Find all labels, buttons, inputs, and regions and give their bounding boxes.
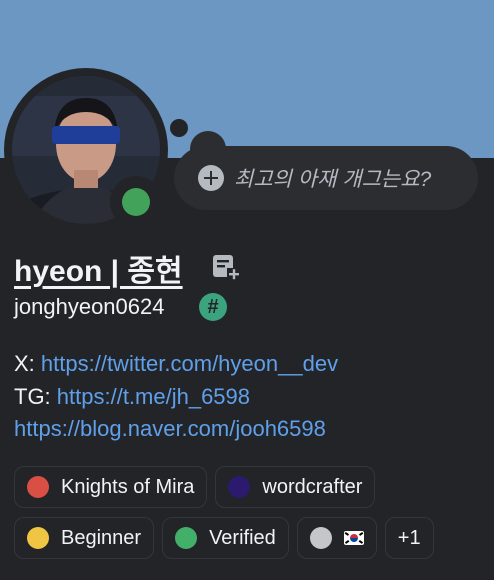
role-color-dot <box>309 527 332 549</box>
role-color-dot <box>228 476 251 498</box>
role-tag-verified[interactable]: Verified <box>162 517 289 559</box>
username: jonghyeon0624 <box>14 294 165 319</box>
roles-row-1: Knights of Mira wordcrafter <box>14 466 376 508</box>
more-roles-count: +1 <box>397 526 421 549</box>
role-tag-knights-of-mira[interactable]: Knights of Mira <box>14 466 208 508</box>
more-roles-button[interactable]: +1 <box>384 517 434 559</box>
bio-twitter-link[interactable]: https://twitter.com/hyeon__dev <box>41 351 338 376</box>
role-tag-wordcrafter[interactable]: wordcrafter <box>215 466 376 508</box>
online-status-indicator <box>122 188 150 216</box>
role-label: Knights of Mira <box>61 475 195 498</box>
roles-row-2: Beginner Verified +1 <box>14 517 434 559</box>
role-color-dot <box>175 527 198 549</box>
custom-status-bubble[interactable]: 최고의 아재 개그는요? <box>174 146 478 210</box>
bio-telegram-link[interactable]: https://t.me/jh_6598 <box>57 384 250 409</box>
bio-tg-label: TG: <box>14 383 57 409</box>
add-status-plus-icon <box>198 165 224 191</box>
display-name: hyeon | 종현 <box>14 255 183 288</box>
role-tag-beginner[interactable]: Beginner <box>14 517 155 559</box>
korea-flag-icon <box>343 531 364 545</box>
role-label: Verified <box>209 526 276 549</box>
role-color-dot <box>27 527 49 549</box>
status-bubble-dot-small <box>170 119 188 137</box>
role-tag-korea[interactable] <box>296 517 377 559</box>
role-color-dot <box>27 476 49 498</box>
bio-x-label: X: <box>14 351 41 376</box>
role-label: Beginner <box>61 526 142 549</box>
about-me-bio: X: https://twitter.com/hyeon__dev TG: ht… <box>14 348 338 446</box>
hash-badge-icon[interactable]: # <box>199 293 227 321</box>
bio-blog-link[interactable]: https://blog.naver.com/jooh6598 <box>14 416 326 441</box>
role-label: wordcrafter <box>262 475 363 498</box>
status-prompt-text: 최고의 아재 개그는요? <box>234 168 432 191</box>
add-note-icon[interactable] <box>212 254 240 280</box>
